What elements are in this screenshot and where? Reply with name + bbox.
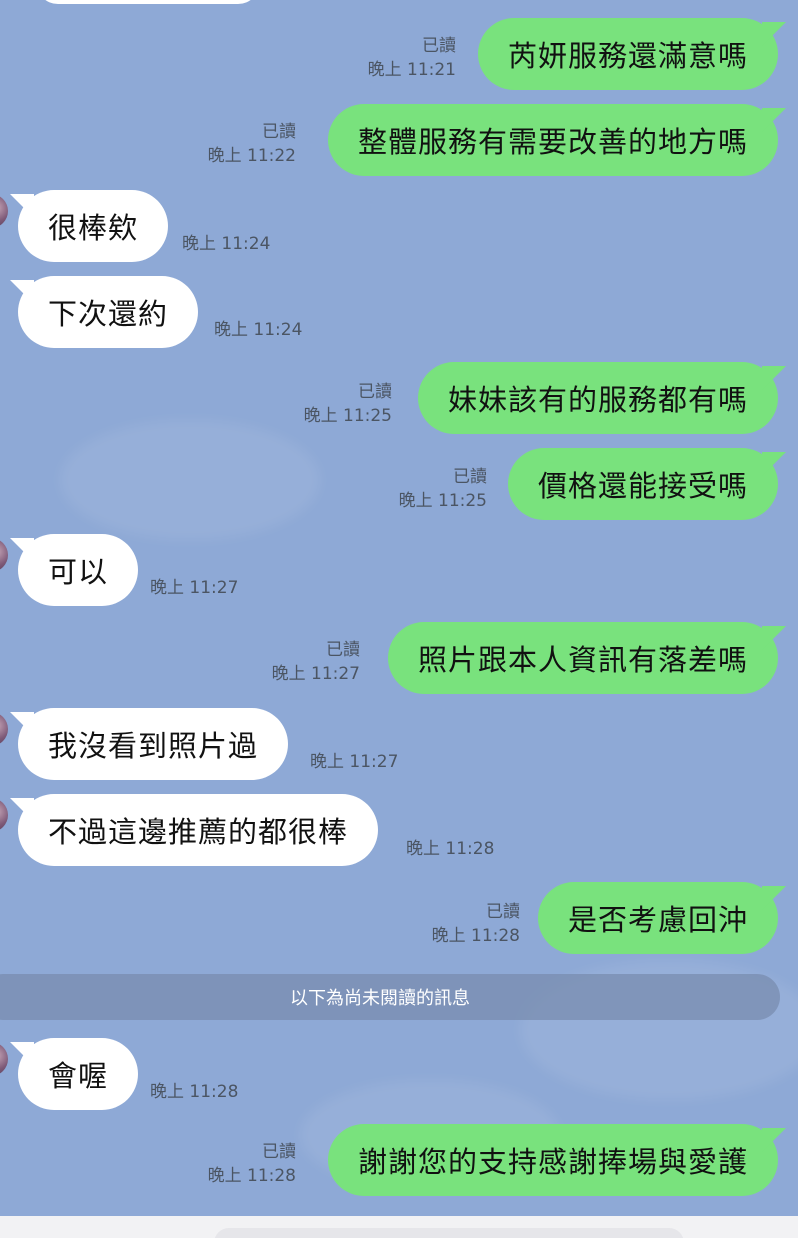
message-meta: 已讀 晚上 11:28 xyxy=(208,1140,296,1188)
message-time: 晚上 11:27 xyxy=(150,578,239,598)
message-meta: 已讀 晚上 11:25 xyxy=(399,465,487,513)
message-meta: 已讀 晚上 11:27 xyxy=(272,638,360,686)
read-receipt: 已讀 xyxy=(262,1142,296,1162)
message-time: 晚上 11:28 xyxy=(207,1166,296,1186)
incoming-message-bubble[interactable]: 下次還約 xyxy=(18,276,199,348)
avatar[interactable] xyxy=(0,712,8,746)
chat-screen: 已讀 晚上 11:21 芮妍服務還滿意嗎 已讀 晚上 11:22 整體服務有需要… xyxy=(0,0,798,1238)
read-receipt: 已讀 xyxy=(326,640,360,660)
outgoing-message-bubble[interactable]: 芮妍服務還滿意嗎 xyxy=(477,18,778,90)
message-input[interactable] xyxy=(214,1228,684,1238)
truncated-message-bubble[interactable] xyxy=(36,0,260,4)
read-receipt: 已讀 xyxy=(486,902,520,922)
message-time: 晚上 11:21 xyxy=(367,60,456,80)
avatar[interactable] xyxy=(0,798,8,832)
read-receipt: 已讀 xyxy=(422,36,456,56)
outgoing-message-bubble[interactable]: 照片跟本人資訊有落差嗎 xyxy=(387,622,778,694)
message-meta: 已讀 晚上 11:28 xyxy=(432,900,520,948)
read-receipt: 已讀 xyxy=(262,122,296,142)
unread-divider: 以下為尚未閱讀的訊息 xyxy=(0,974,780,1020)
message-time: 晚上 11:25 xyxy=(303,406,392,426)
read-receipt: 已讀 xyxy=(358,382,392,402)
outgoing-message-bubble[interactable]: 價格還能接受嗎 xyxy=(507,448,778,520)
message-meta: 已讀 晚上 11:21 xyxy=(368,34,456,82)
avatar[interactable] xyxy=(0,194,8,228)
outgoing-message-bubble[interactable]: 謝謝您的支持感謝捧場與愛護 xyxy=(327,1124,778,1196)
avatar[interactable] xyxy=(0,538,8,572)
message-time: 晚上 11:24 xyxy=(214,320,303,340)
outgoing-message-bubble[interactable]: 整體服務有需要改善的地方嗎 xyxy=(327,104,778,176)
input-bar xyxy=(0,1216,798,1238)
incoming-message-bubble[interactable]: 我沒看到照片過 xyxy=(18,708,289,780)
message-meta: 已讀 晚上 11:25 xyxy=(304,380,392,428)
message-time: 晚上 11:27 xyxy=(271,664,360,684)
message-time: 晚上 11:28 xyxy=(431,926,520,946)
background-cloud xyxy=(60,420,320,540)
message-time: 晚上 11:28 xyxy=(406,839,495,859)
avatar[interactable] xyxy=(0,1042,8,1076)
message-time: 晚上 11:24 xyxy=(182,234,271,254)
incoming-message-bubble[interactable]: 不過這邊推薦的都很棒 xyxy=(18,794,379,866)
read-receipt: 已讀 xyxy=(453,467,487,487)
message-time: 晚上 11:28 xyxy=(150,1082,239,1102)
message-time: 晚上 11:22 xyxy=(207,146,296,166)
incoming-message-bubble[interactable]: 可以 xyxy=(18,534,139,606)
message-meta: 已讀 晚上 11:22 xyxy=(208,120,296,168)
message-time: 晚上 11:25 xyxy=(398,491,487,511)
incoming-message-bubble[interactable]: 會喔 xyxy=(18,1038,139,1110)
outgoing-message-bubble[interactable]: 妹妹該有的服務都有嗎 xyxy=(417,362,778,434)
outgoing-message-bubble[interactable]: 是否考慮回沖 xyxy=(537,882,778,954)
incoming-message-bubble[interactable]: 很棒欸 xyxy=(18,190,169,262)
message-time: 晚上 11:27 xyxy=(310,752,399,772)
